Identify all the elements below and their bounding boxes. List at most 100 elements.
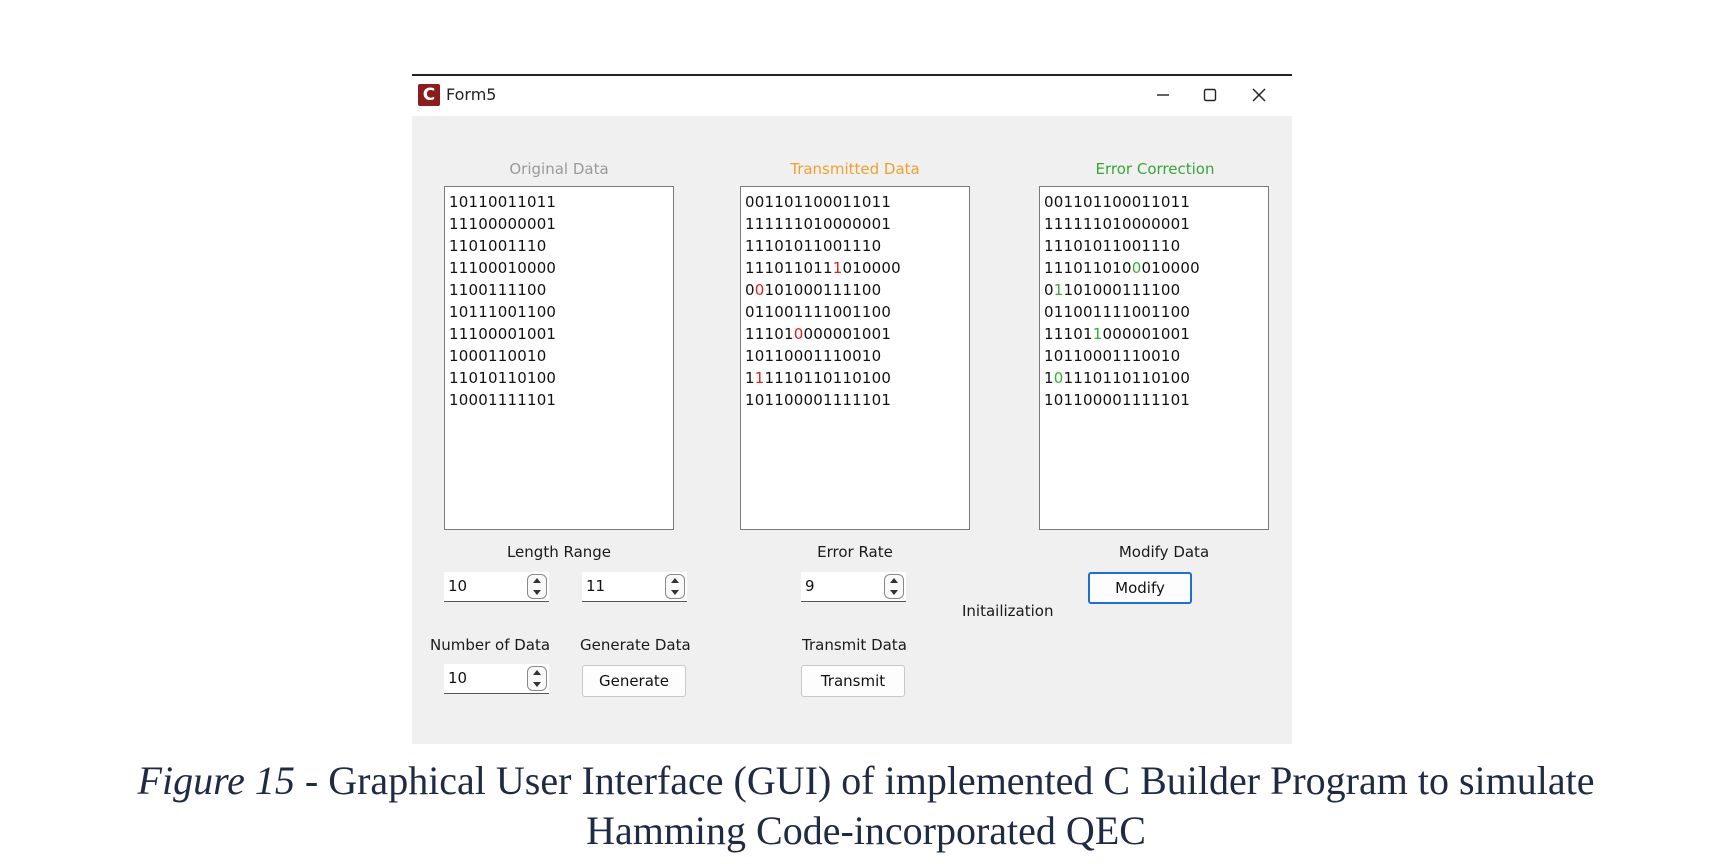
list-item[interactable]: 111010000001001 <box>745 323 965 345</box>
bits-prefix: 10110001110010 <box>1044 347 1181 365</box>
number-of-data-label: Number of Data <box>430 636 551 654</box>
bits-prefix: 101100001111101 <box>745 391 892 409</box>
flipped-bit: 0 <box>793 325 804 343</box>
bits-suffix: 1110110110100 <box>764 369 892 387</box>
original-data-header: Original Data <box>509 160 609 178</box>
flipped-bit: 0 <box>754 281 765 299</box>
list-item[interactable]: 1000110010 <box>449 345 669 367</box>
window-title: Form5 <box>446 85 497 104</box>
bits-prefix: 001101100011011 <box>745 193 892 211</box>
bits-prefix: 111111010000001 <box>1044 215 1191 233</box>
bits-prefix: 11101 <box>745 325 794 343</box>
list-item[interactable]: 01101000111100 <box>1044 279 1264 301</box>
bits-suffix: 101000111100 <box>764 281 882 299</box>
list-item[interactable]: 10110001110010 <box>1044 345 1264 367</box>
bits-prefix: 10110001110010 <box>745 347 882 365</box>
spin-down-icon[interactable] <box>533 590 541 595</box>
error-correction-header: Error Correction <box>1095 160 1215 178</box>
bits-prefix: 101100001111101 <box>1044 391 1191 409</box>
spin-arrows[interactable] <box>884 574 904 599</box>
list-item[interactable]: 11101011001110 <box>1044 235 1264 257</box>
list-item[interactable]: 1100111100 <box>449 279 669 301</box>
list-item[interactable]: 11010110100 <box>449 367 669 389</box>
flipped-bit: 1 <box>832 259 843 277</box>
title-bar[interactable]: C Form5 <box>412 76 1292 116</box>
spin-down-icon[interactable] <box>671 590 679 595</box>
list-item[interactable]: 10110001110010 <box>745 345 965 367</box>
spin-arrows[interactable] <box>527 666 547 691</box>
bits-prefix: 11101011001110 <box>1044 237 1181 255</box>
list-item[interactable]: 10111001100 <box>449 301 669 323</box>
corrected-bit: 0 <box>1053 369 1064 387</box>
initialization-label: Initailization <box>962 602 1054 620</box>
bits-prefix: 11101 <box>1044 325 1093 343</box>
list-item[interactable]: 11100010000 <box>449 257 669 279</box>
list-item[interactable]: 101100001111101 <box>1044 389 1264 411</box>
close-button[interactable] <box>1236 80 1282 110</box>
spin-arrows[interactable] <box>665 574 685 599</box>
modify-data-label: Modify Data <box>1118 543 1210 561</box>
number-of-data-spinbox[interactable]: 10 <box>444 664 549 694</box>
generate-data-label: Generate Data <box>580 636 691 654</box>
spin-up-icon[interactable] <box>890 578 898 583</box>
list-item[interactable]: 10001111101 <box>449 389 669 411</box>
list-item[interactable]: 111110110110100 <box>745 367 965 389</box>
length-max-spinbox[interactable]: 11 <box>582 572 687 602</box>
spin-down-icon[interactable] <box>533 682 541 687</box>
caption-line-1: Figure 15 - Graphical User Interface (GU… <box>0 756 1732 806</box>
length-min-value: 10 <box>448 577 468 595</box>
list-item[interactable]: 00101000111100 <box>745 279 965 301</box>
spin-up-icon[interactable] <box>533 670 541 675</box>
minimize-button[interactable] <box>1140 80 1186 110</box>
close-icon <box>1252 88 1266 102</box>
bits-suffix: 000001001 <box>1102 325 1191 343</box>
list-item[interactable]: 101110110110100 <box>1044 367 1264 389</box>
bits-prefix: 011001111001100 <box>1044 303 1191 321</box>
bits-prefix: 001101100011011 <box>1044 193 1191 211</box>
corrected-bit: 1 <box>1053 281 1064 299</box>
spin-up-icon[interactable] <box>533 578 541 583</box>
list-item[interactable]: 10110011011 <box>449 191 669 213</box>
spin-down-icon[interactable] <box>890 590 898 595</box>
list-item[interactable]: 1110110100010000 <box>1044 257 1264 279</box>
modify-button[interactable]: Modify <box>1088 572 1192 604</box>
transmitted-data-header: Transmitted Data <box>790 160 920 178</box>
bits-suffix: 000001001 <box>803 325 892 343</box>
caption-figure-number: Figure 15 <box>137 758 295 803</box>
list-item[interactable]: 001101100011011 <box>745 191 965 213</box>
list-item[interactable]: 1101001110 <box>449 235 669 257</box>
transmitted-data-listbox[interactable]: 001101100011011 111111010000001 1110101100… <box>740 186 970 530</box>
list-item[interactable]: 11100000001 <box>449 213 669 235</box>
list-item[interactable]: 111111010000001 <box>745 213 965 235</box>
list-item[interactable]: 011001111001100 <box>745 301 965 323</box>
transmit-button[interactable]: Transmit <box>801 665 905 697</box>
minimize-icon <box>1157 94 1169 96</box>
maximize-button[interactable] <box>1187 80 1233 110</box>
original-data-listbox[interactable]: 10110011011 11100000001 1101001110 11100010… <box>444 186 674 530</box>
list-item[interactable]: 001101100011011 <box>1044 191 1264 213</box>
maximize-icon <box>1203 88 1217 102</box>
list-item[interactable]: 111011000001001 <box>1044 323 1264 345</box>
bits-prefix: 1 <box>745 369 755 387</box>
list-item[interactable]: 111111010000001 <box>1044 213 1264 235</box>
list-item[interactable]: 11100001001 <box>449 323 669 345</box>
bits-suffix: 1110110110100 <box>1063 369 1191 387</box>
error-correction-listbox[interactable]: 001101100011011 111111010000001 1110101100… <box>1039 186 1269 530</box>
bits-prefix: 111111010000001 <box>745 215 892 233</box>
spin-arrows[interactable] <box>527 574 547 599</box>
transmit-data-label: Transmit Data <box>802 636 907 654</box>
spin-up-icon[interactable] <box>671 578 679 583</box>
bits-prefix: 011001111001100 <box>745 303 892 321</box>
bits-prefix: 1 <box>1044 369 1054 387</box>
app-icon: C <box>418 84 440 106</box>
bits-prefix: 111011010 <box>1044 259 1132 277</box>
list-item[interactable]: 11101011001110 <box>745 235 965 257</box>
error-rate-spinbox[interactable]: 9 <box>801 572 906 602</box>
caption-text: - Graphical User Interface (GUI) of impl… <box>294 758 1595 803</box>
generate-button[interactable]: Generate <box>582 665 686 697</box>
list-item[interactable]: 011001111001100 <box>1044 301 1264 323</box>
list-item[interactable]: 1110110111010000 <box>745 257 965 279</box>
list-item[interactable]: 101100001111101 <box>745 389 965 411</box>
length-min-spinbox[interactable]: 10 <box>444 572 549 602</box>
error-rate-label: Error Rate <box>817 543 893 561</box>
